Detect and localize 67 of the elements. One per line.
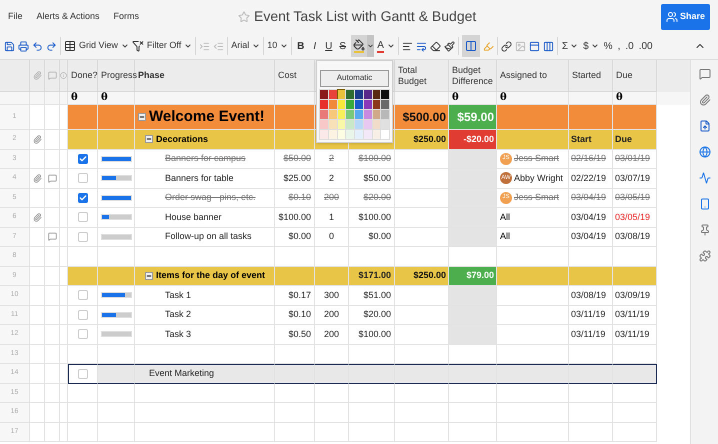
table-cell: Follow-up on all tasks <box>135 228 275 247</box>
table-cell: 03/11/19 <box>613 306 657 325</box>
table-cell: 03/07/19 <box>613 169 657 188</box>
table-cell: All <box>497 208 569 228</box>
table-cell: $500.00 <box>395 105 449 130</box>
table-cell: $100.00 <box>349 325 395 344</box>
table-cell: 03/04/19 <box>569 228 613 247</box>
table-cell: $100.00 <box>349 150 395 169</box>
table-cell: 03/04/19 <box>569 188 613 208</box>
table-cell: Task 1 <box>135 286 275 306</box>
table-cell: 200 <box>315 306 349 325</box>
table-cell: 200 <box>315 188 349 208</box>
table-cell: Event Marketing <box>135 364 275 384</box>
table-cell: $250.00 <box>395 266 449 286</box>
table-cell: 03/04/19 <box>569 208 613 228</box>
table-cell: 03/11/19 <box>569 325 613 344</box>
table-cell: 02/22/19 <box>569 169 613 188</box>
table-cell: $0.10 <box>275 306 315 325</box>
table-cell: 0 <box>315 228 349 247</box>
phase-text: Items for the day of event <box>156 269 266 282</box>
table-cell: $0.10 <box>275 188 315 208</box>
assignee-name: Abby Wright <box>514 172 563 185</box>
table-cell: 03/05/19 <box>613 208 657 228</box>
table-cell: 300 <box>315 286 349 306</box>
table-cell: $51.00 <box>349 286 395 306</box>
table-cell: $79.00 <box>449 266 497 286</box>
assignee-name: Jess Smart <box>514 191 560 204</box>
table-cell: $250.00 <box>395 130 449 150</box>
table-cell: $20.00 <box>349 188 395 208</box>
table-cell: Task 2 <box>135 306 275 325</box>
table-cell: 02/16/19 <box>569 150 613 169</box>
table-cell: Banners for table <box>135 169 275 188</box>
table-cell: $50.00 <box>275 150 315 169</box>
table-cell: Task 3 <box>135 325 275 344</box>
table-cell: $25.00 <box>275 169 315 188</box>
table-cell: $0.17 <box>275 286 315 306</box>
table-cell: Start <box>569 130 613 150</box>
table-cell: $100.00 <box>349 208 395 228</box>
table-cell: Banners for campus <box>135 150 275 169</box>
table-cell: -$20.00 <box>449 130 497 150</box>
table-cell: $0.50 <box>275 325 315 344</box>
table-cell: 1 <box>315 208 349 228</box>
table-cell: 03/08/19 <box>569 286 613 306</box>
table-cell: $59.00 <box>449 105 497 130</box>
table-cell: 03/01/19 <box>613 150 657 169</box>
assignee-name: Jess Smart <box>514 152 560 165</box>
table-cell: 03/08/19 <box>613 228 657 247</box>
phase-text: Decorations <box>156 132 208 146</box>
table-cell: $50.00 <box>349 169 395 188</box>
table-cell: Due <box>613 130 657 150</box>
sheet-title: Event Task List with Gantt & Budget <box>254 7 476 26</box>
table-cell: 2 <box>315 169 349 188</box>
table-cell: 03/05/19 <box>613 188 657 208</box>
table-cell: 2 <box>315 150 349 169</box>
table-cell: $20.00 <box>349 306 395 325</box>
table-cell: 03/11/19 <box>613 325 657 344</box>
table-cell: All <box>497 228 569 247</box>
table-cell: $0.00 <box>275 228 315 247</box>
table-cell: 03/09/19 <box>613 286 657 306</box>
table-cell: $171.00 <box>349 266 395 286</box>
phase-text: Welcome Event! <box>149 106 265 127</box>
table-cell: House banner <box>135 208 275 228</box>
table-cell: Order swag - pins, etc. <box>135 188 275 208</box>
table-cell: 03/11/19 <box>569 306 613 325</box>
table-cell: $0.00 <box>349 228 395 247</box>
table-cell: 200 <box>315 325 349 344</box>
table-cell: $100.00 <box>275 208 315 228</box>
